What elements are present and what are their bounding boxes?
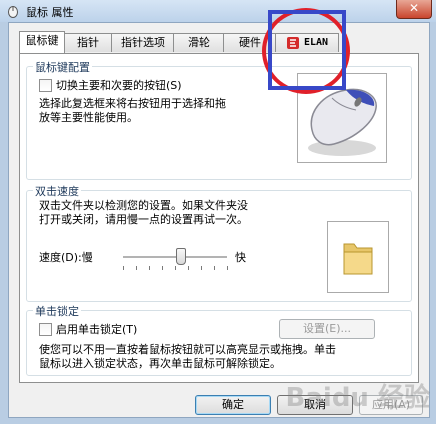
speed-slider-thumb[interactable] [176,248,187,265]
slider-tick [136,266,137,270]
mouse-icon [8,6,18,18]
speed-label: 速度(D):慢 [39,251,93,264]
fast-label: 快 [235,251,246,264]
click-lock-checkbox-box[interactable] [39,322,52,336]
click-lock-checkbox[interactable]: 启用单击锁定(T) [39,321,137,337]
tab-pointers[interactable]: 指针 [63,33,113,52]
button-config-group: 鼠标键配置 切换主要和次要的按钮(S) 选择此复选框来将右按钮用于选择和拖 放等… [26,59,412,180]
window-title: 鼠标 属性 [26,6,74,19]
click-lock-group: 单击锁定 启用单击锁定(T) 设置(E)... 使您可以不用一直按着鼠标按钮就可… [26,303,412,376]
title-bar: 鼠标 属性 ✕ [0,0,436,22]
tab-elan-label: ELAN [303,37,329,48]
click-lock-label: 启用单击锁定(T) [56,323,138,336]
ok-button[interactable]: 确定 [195,395,271,415]
slider-tick [227,266,228,270]
slider-tick [201,266,202,270]
slider-tick [188,266,189,270]
tab-pointer-options[interactable]: 指针选项 [111,33,175,52]
slider-tick [123,266,124,270]
double-click-legend: 双击速度 [33,183,81,199]
click-lock-desc-line2: 鼠标以进入锁定状态，再次单击鼠标可解除锁定。 [39,357,281,370]
tab-wheel[interactable]: 滑轮 [173,33,225,52]
button-config-description: 选择此复选框来将右按钮用于选择和拖 放等主要性能使用。 [39,97,269,125]
switch-buttons-checkbox[interactable]: 切换主要和次要的按钮(S) [39,77,182,93]
double-click-desc-line2: 打开或关闭，请用慢一点的设置再试一次。 [39,213,248,226]
switch-buttons-label: 切换主要和次要的按钮(S) [56,79,182,92]
button-config-desc-line2: 放等主要性能使用。 [39,111,138,124]
elan-logo-icon [286,37,299,49]
double-click-description: 双击文件夹以检测您的设置。如果文件夹没 打开或关闭，请用慢一点的设置再试一次。 [39,199,339,227]
click-lock-legend: 单击锁定 [33,303,81,319]
dialog-body: 鼠标键 指针 指针选项 滑轮 硬件 ELAN 鼠标键配置 切换主要和次要的按钮(… [8,22,430,418]
slider-tick [162,266,163,270]
mouse-image-icon [308,88,377,156]
slider-tick [175,266,176,270]
button-config-desc-line1: 选择此复选框来将右按钮用于选择和拖 [39,97,226,110]
tab-buttons[interactable]: 鼠标键 [19,31,65,53]
watermark: Baidu 经验 [285,383,430,413]
switch-buttons-checkbox-box[interactable] [39,78,52,92]
click-lock-desc-line1: 使您可以不用一直按着鼠标按钮就可以高亮显示或拖拽。单击 [39,343,336,356]
tab-elan[interactable]: ELAN [275,33,339,52]
double-click-desc-line1: 双击文件夹以检测您的设置。如果文件夹没 [39,199,248,212]
double-click-group: 双击速度 双击文件夹以检测您的设置。如果文件夹没 打开或关闭，请用慢一点的设置再… [26,183,412,302]
tab-panel-buttons: 鼠标键配置 切换主要和次要的按钮(S) 选择此复选框来将右按钮用于选择和拖 放等… [19,53,419,383]
click-lock-settings-button[interactable]: 设置(E)... [279,319,375,339]
close-button[interactable]: ✕ [396,0,432,19]
button-config-legend: 鼠标键配置 [33,59,92,75]
slider-tick [214,266,215,270]
folder-icon [343,243,373,275]
speed-slider-track[interactable] [123,256,227,259]
slider-tick [149,266,150,270]
click-lock-description: 使您可以不用一直按着鼠标按钮就可以高亮显示或拖拽。单击 鼠标以进入锁定状态，再次… [39,343,405,371]
tab-hardware[interactable]: 硬件 [223,33,277,52]
mouse-preview [297,73,387,163]
test-folder-area[interactable] [327,221,389,293]
